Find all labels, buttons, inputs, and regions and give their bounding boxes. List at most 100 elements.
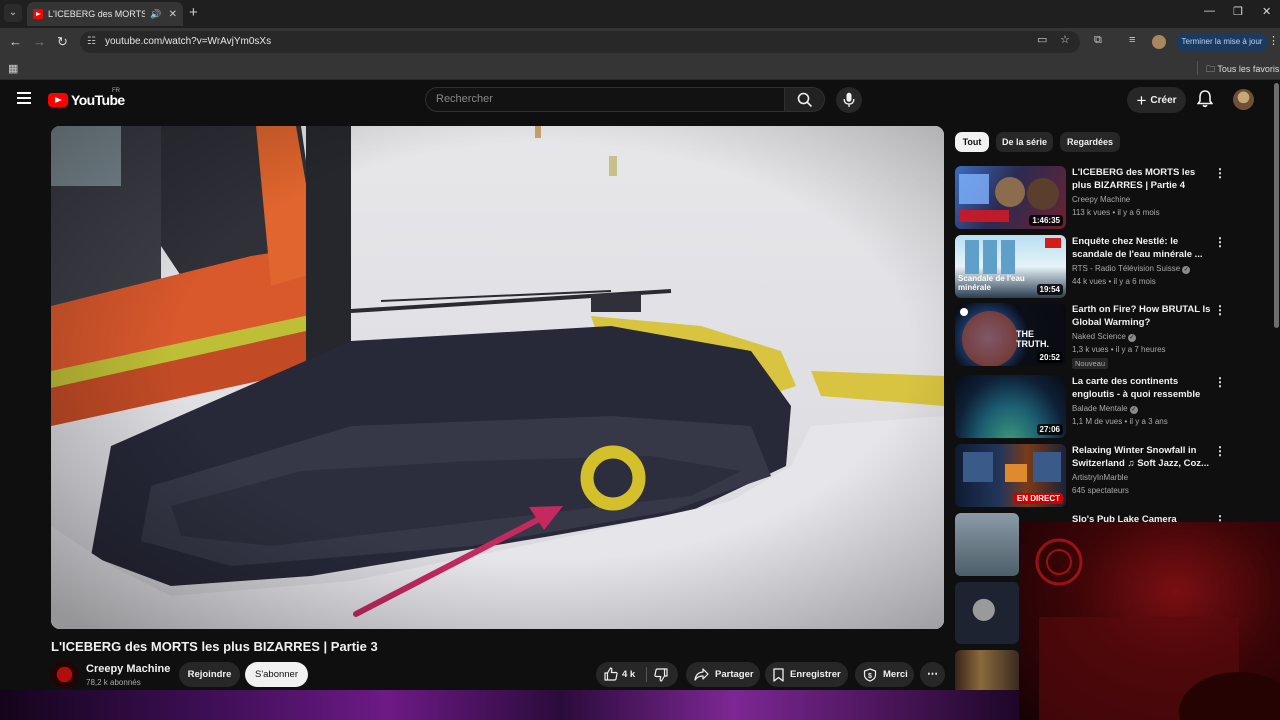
- like-thumb-up-icon[interactable]: [604, 667, 618, 681]
- audio-playing-icon[interactable]: 🔊: [150, 9, 161, 20]
- create-label: Créer: [1150, 94, 1177, 106]
- youtube-play-logo-icon: [48, 93, 68, 107]
- webcam-overlay: [1019, 522, 1280, 720]
- bookmarks-bar: ▦ 🗀 Tous les favoris: [0, 56, 1280, 80]
- extensions-puzzle-icon[interactable]: ⧉: [1094, 34, 1102, 47]
- voice-search-button[interactable]: [836, 87, 862, 113]
- join-button[interactable]: Rejoindre: [179, 662, 240, 687]
- maximize-icon[interactable]: ❐: [1233, 5, 1243, 18]
- recommendation-meta: 113 k vues • il y a 6 mois: [1072, 208, 1160, 217]
- browser-tab-active[interactable]: L'ICEBERG des MORTS les plus BIZARRES | …: [27, 2, 183, 26]
- thanks-button[interactable]: $ Merci: [855, 662, 914, 687]
- bookmark-save-icon: [773, 667, 784, 682]
- tab-close-icon[interactable]: ✕: [169, 9, 177, 20]
- search-button[interactable]: [785, 87, 825, 112]
- more-options-icon[interactable]: ⋮: [1214, 303, 1226, 317]
- recommendation-item[interactable]: 27:06 La carte des continents engloutis …: [955, 375, 1255, 440]
- cast-icon[interactable]: ▭: [1037, 33, 1047, 46]
- recommendation-channel[interactable]: Creepy Machine: [1072, 195, 1130, 204]
- thumbnail-caption: THE TRUTH.: [1016, 329, 1049, 349]
- recommendation-channel[interactable]: RTS - Radio Télévision Suisse ✓: [1072, 264, 1191, 274]
- more-options-icon[interactable]: ⋮: [1214, 444, 1226, 458]
- recommendation-title[interactable]: Relaxing Winter Snowfall in Switzerland …: [1072, 444, 1214, 470]
- bookmark-star-icon[interactable]: ☆: [1060, 33, 1070, 46]
- address-bar[interactable]: ☷ youtube.com/watch?v=WrAvjYm0sXs: [80, 31, 1080, 53]
- youtube-logo[interactable]: YouTube FR: [48, 88, 125, 108]
- folder-icon: 🗀: [1206, 64, 1216, 74]
- back-arrow-icon[interactable]: ←: [9, 34, 22, 50]
- recommendation-title[interactable]: La carte des continents engloutis - à qu…: [1072, 375, 1214, 401]
- video-thumbnail[interactable]: 1:46:35: [955, 166, 1066, 229]
- tab-title: L'ICEBERG des MORTS les plus BIZARRES | …: [48, 9, 146, 19]
- apps-grid-icon[interactable]: ▦: [8, 62, 18, 75]
- chip-watched[interactable]: Regardées: [1060, 132, 1120, 152]
- like-dislike-group: 4 k: [596, 662, 678, 687]
- share-label: Partager: [715, 669, 754, 680]
- recommendation-item[interactable]: EN DIRECT Relaxing Winter Snowfall in Sw…: [955, 444, 1255, 509]
- site-info-icon[interactable]: ☷: [87, 36, 96, 47]
- recommendation-item[interactable]: THE TRUTH. 20:52 Earth on Fire? How BRUT…: [955, 303, 1255, 369]
- new-tab-button[interactable]: +: [189, 5, 198, 21]
- video-thumbnail[interactable]: [955, 650, 1019, 690]
- all-bookmarks-folder[interactable]: 🗀 Tous les favoris: [1206, 62, 1279, 78]
- browser-tab-bar: ⌄ L'ICEBERG des MORTS les plus BIZARRES …: [0, 0, 1280, 28]
- tab-search-chevron-icon[interactable]: ⌄: [4, 4, 22, 22]
- recommendation-title[interactable]: L'ICEBERG des MORTS les plus BIZARRES | …: [1072, 166, 1214, 192]
- video-thumbnail[interactable]: [955, 582, 1019, 644]
- video-thumbnail[interactable]: THE TRUTH. 20:52: [955, 303, 1066, 366]
- url-text[interactable]: youtube.com/watch?v=WrAvjYm0sXs: [105, 36, 271, 47]
- video-player[interactable]: [51, 126, 944, 629]
- more-actions-button[interactable]: ⋯: [920, 662, 945, 687]
- create-button[interactable]: + Créer: [1127, 87, 1186, 113]
- subscribe-button[interactable]: S'abonner: [245, 662, 308, 687]
- more-options-icon[interactable]: ⋮: [1214, 235, 1226, 249]
- channel-avatar[interactable]: [51, 661, 78, 688]
- svg-text:$: $: [868, 673, 872, 680]
- minimize-icon[interactable]: —: [1204, 5, 1215, 17]
- recommendation-channel[interactable]: ArtistryInMarble: [1072, 473, 1128, 482]
- reading-list-icon[interactable]: ≡: [1129, 34, 1135, 46]
- chip-series[interactable]: De la série: [996, 132, 1053, 152]
- video-duration: 19:54: [1036, 284, 1063, 295]
- browser-menu-icon[interactable]: ⋮: [1268, 34, 1279, 47]
- share-arrow-icon: [694, 668, 709, 681]
- channel-label: RTS - Radio Télévision Suisse: [1072, 264, 1181, 273]
- thumbnail-art: [955, 513, 1019, 576]
- recommendation-title[interactable]: Earth on Fire? How BRUTAL Is Global Warm…: [1072, 303, 1214, 329]
- recommendation-title[interactable]: Enquête chez Nestlé: le scandale de l'ea…: [1072, 235, 1214, 261]
- page-scrollbar[interactable]: [1274, 83, 1279, 328]
- more-options-icon[interactable]: ⋮: [1214, 375, 1226, 389]
- recommendation-meta: 645 spectateurs: [1072, 486, 1129, 495]
- recommendation-item[interactable]: Scandale de l'eau minérale 19:54 Enquête…: [955, 235, 1255, 300]
- video-thumbnail[interactable]: [955, 513, 1019, 576]
- recommendation-item[interactable]: 1:46:35 L'ICEBERG des MORTS les plus BIZ…: [955, 166, 1255, 231]
- reload-icon[interactable]: ↻: [57, 34, 68, 50]
- video-thumbnail[interactable]: 27:06: [955, 375, 1066, 438]
- window-close-icon[interactable]: ✕: [1262, 5, 1271, 18]
- channel-name[interactable]: Creepy Machine: [86, 663, 170, 675]
- recommendation-channel[interactable]: Balade Mentale ✓: [1072, 404, 1138, 414]
- super-thanks-icon: $: [863, 667, 877, 682]
- menu-hamburger-icon[interactable]: [17, 92, 31, 104]
- save-button[interactable]: Enregistrer: [765, 662, 848, 687]
- share-button[interactable]: Partager: [686, 662, 760, 687]
- more-options-icon[interactable]: ⋮: [1214, 166, 1226, 180]
- thanks-label: Merci: [883, 669, 908, 680]
- dislike-thumb-down-icon[interactable]: [654, 668, 668, 682]
- recommendation-channel[interactable]: Naked Science ✓: [1072, 332, 1136, 342]
- forward-arrow-icon[interactable]: →: [33, 34, 46, 50]
- verified-check-icon: ✓: [1129, 406, 1138, 414]
- video-thumbnail[interactable]: EN DIRECT: [955, 444, 1066, 507]
- video-thumbnail[interactable]: Scandale de l'eau minérale 19:54: [955, 235, 1066, 298]
- chip-all[interactable]: Tout: [955, 132, 989, 152]
- update-browser-button[interactable]: Terminer la mise à jour: [1176, 33, 1268, 51]
- browser-profile-avatar[interactable]: [1152, 35, 1166, 49]
- verified-check-icon: ✓: [1182, 266, 1191, 274]
- search-input[interactable]: [436, 93, 766, 105]
- youtube-favicon-icon: [33, 9, 43, 19]
- video-duration: 1:46:35: [1029, 215, 1063, 226]
- account-avatar[interactable]: [1233, 89, 1254, 110]
- recommendation-meta: 1,3 k vues • il y a 7 heures: [1072, 345, 1166, 354]
- like-count[interactable]: 4 k: [622, 669, 635, 680]
- notifications-bell-icon[interactable]: [1197, 90, 1213, 108]
